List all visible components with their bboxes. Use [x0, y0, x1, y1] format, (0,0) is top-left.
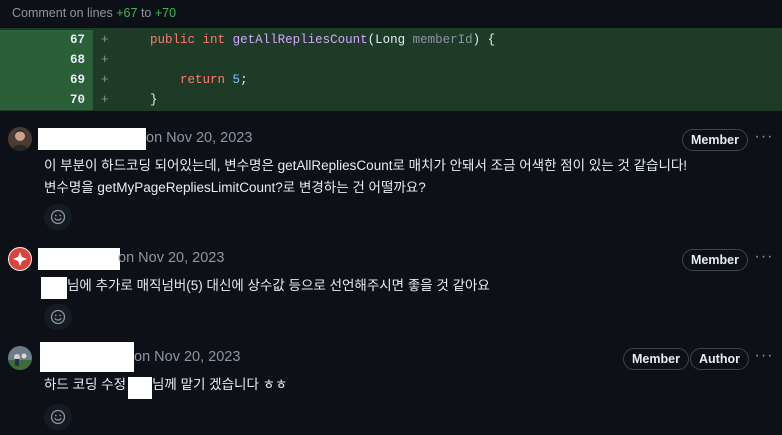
comment-body-text: 님께 맡기 겠습니다 ㅎㅎ: [152, 377, 288, 392]
smiley-icon: [50, 409, 66, 425]
diff-sign: +: [101, 33, 109, 47]
redacted-mention: [41, 277, 67, 299]
comment-body-line: 변수명을 getMyPageRepliesLimitCount?로 변경하는 건…: [44, 180, 426, 195]
kebab-icon[interactable]: ···: [754, 129, 774, 150]
diff-line: 70 + }: [0, 90, 782, 110]
review-comment: on Nov 20, 2023 Member Author ··· 하드 코딩 …: [0, 342, 782, 435]
avatar[interactable]: [8, 127, 32, 151]
review-comment: on Nov 20, 2023 Member ··· 님에 추가로 매직넘버(5…: [0, 244, 782, 334]
member-badge: Member: [682, 249, 748, 271]
add-reaction-button[interactable]: [44, 304, 72, 330]
member-badge: Member: [623, 348, 689, 370]
review-comment: on Nov 20, 2023 Member ··· 이 부분이 하드코딩 되어…: [0, 124, 782, 234]
kebab-icon[interactable]: ···: [754, 249, 774, 270]
member-badge: Member: [682, 129, 748, 151]
redacted-mention: [128, 377, 152, 399]
code-line: }: [150, 93, 158, 107]
comment-timestamp[interactable]: on Nov 20, 2023: [118, 250, 224, 266]
line-number[interactable]: 68: [0, 50, 93, 70]
comment-range-header: Comment on lines +67 to +70: [0, 0, 782, 28]
code-line: public int getAllRepliesCount(Long membe…: [150, 33, 496, 47]
avatar[interactable]: [8, 247, 32, 271]
redacted-username[interactable]: [38, 248, 120, 270]
kebab-icon[interactable]: ···: [754, 348, 774, 369]
comment-timestamp[interactable]: on Nov 20, 2023: [146, 130, 252, 146]
smiley-icon: [50, 209, 66, 225]
line-number[interactable]: 69: [0, 70, 93, 90]
range-middle: to: [140, 6, 152, 20]
line-number[interactable]: 67: [0, 30, 93, 50]
smiley-icon: [50, 309, 66, 325]
diff-sign: +: [101, 53, 109, 67]
add-reaction-button[interactable]: [44, 204, 72, 230]
comment-body-line: 님에 추가로 매직넘버(5) 대신에 상수값 등으로 선언해주시면 좋을 것 같…: [67, 278, 490, 293]
comment-range-prefix: Comment on lines: [12, 6, 113, 20]
diff-line: 67 + public int getAllRepliesCount(Long …: [0, 30, 782, 50]
diff-sign: +: [101, 93, 109, 107]
diff-line: 69 + return 5;: [0, 70, 782, 90]
diff-snippet: 67 + public int getAllRepliesCount(Long …: [0, 28, 782, 111]
comment-body-text: 하드 코딩 수정: [44, 377, 127, 392]
author-badge: Author: [690, 348, 749, 370]
range-start: +67: [116, 6, 138, 20]
avatar[interactable]: [8, 346, 32, 370]
comment-timestamp[interactable]: on Nov 20, 2023: [134, 349, 240, 365]
diff-line: 68 +: [0, 50, 782, 70]
diff-sign: +: [101, 73, 109, 87]
redacted-username[interactable]: [40, 342, 134, 372]
redacted-username[interactable]: [38, 128, 146, 150]
code-line: return 5;: [180, 73, 248, 87]
line-number[interactable]: 70: [0, 90, 93, 110]
comment-body-line: 이 부분이 하드코딩 되어있는데, 변수명은 getAllRepliesCoun…: [44, 158, 688, 173]
range-end: +70: [154, 6, 177, 20]
add-reaction-button[interactable]: [44, 404, 72, 430]
